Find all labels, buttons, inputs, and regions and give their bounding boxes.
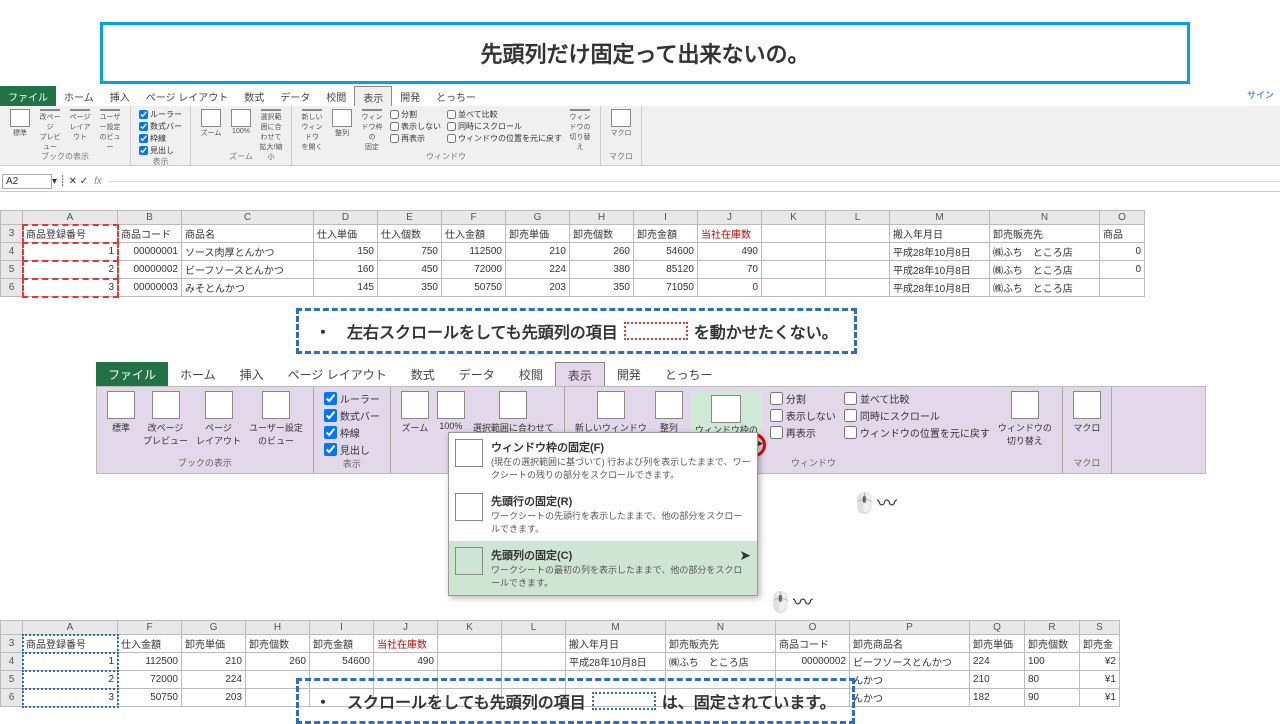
tab-挿入[interactable]: 挿入 xyxy=(228,362,276,386)
cursor-icon: ➤ xyxy=(739,547,751,564)
fx-label: fx xyxy=(94,176,102,187)
table-row[interactable]: 5200000002ビーフソースとんかつ16045072000224380851… xyxy=(1,261,1145,279)
tab-数式[interactable]: 数式 xyxy=(399,362,447,386)
freeze-menu-item-1[interactable]: 先頭行の固定(R)ワークシートの先頭行を表示したままで、他の部分をスクロールでき… xyxy=(449,487,757,541)
tab-挿入[interactable]: 挿入 xyxy=(102,86,138,106)
tab-ページ レイアウト[interactable]: ページ レイアウト xyxy=(138,86,237,106)
formula-bar: A2 ▾ ┊ ✕ ✓ fx xyxy=(0,172,1280,192)
tab-データ[interactable]: データ xyxy=(272,86,318,106)
view-ページ レイアウト[interactable]: ページレイアウト xyxy=(68,109,92,141)
sign-in-link[interactable]: サイン xyxy=(1247,88,1274,101)
tab-データ[interactable]: データ xyxy=(447,362,507,386)
tab-開発[interactable]: 開発 xyxy=(392,86,428,106)
tab-数式[interactable]: 数式 xyxy=(236,86,272,106)
mouse-click-icon: 🖱️〰 xyxy=(852,487,897,516)
name-box[interactable]: A2 xyxy=(2,174,52,189)
tab-ファイル[interactable]: ファイル xyxy=(96,362,168,386)
table-header-row[interactable]: 3商品登録番号仕入金額卸売単価卸売個数卸売金額当社在庫数搬入年月日卸売販売先商品… xyxy=(1,635,1120,653)
tab-ホーム[interactable]: ホーム xyxy=(168,362,228,386)
freeze-menu-item-0[interactable]: ウィンドウ枠の固定(F)(現在の選択範囲に基づいて) 行および列を表示したままで… xyxy=(449,433,757,487)
table-row[interactable]: 4111250021026054600490平成28年10月8日㈱ふち ところ店… xyxy=(1,653,1120,671)
table-row[interactable]: 6300000003みそとんかつ14535050750203350710500平… xyxy=(1,279,1145,297)
tab-ホーム[interactable]: ホーム xyxy=(56,86,102,106)
tab-ファイル[interactable]: ファイル xyxy=(0,86,56,106)
annotation-1: ・ 左右スクロールをしても先頭列の項目を動かせたくない。 xyxy=(296,308,857,354)
tab-開発[interactable]: 開発 xyxy=(605,362,653,386)
tab-とっちー[interactable]: とっちー xyxy=(428,86,484,106)
table-header-row[interactable]: 3商品登録番号商品コード商品名仕入単価仕入個数仕入金額卸売単価卸売個数卸売金額当… xyxy=(1,225,1145,243)
mouse-click-icon: 🖱️〰 xyxy=(768,586,813,615)
table-row[interactable]: 4100000001ソース肉厚とんかつ150750112500210260546… xyxy=(1,243,1145,261)
spreadsheet-top[interactable]: ABCDEFGHIJKLMNO3商品登録番号商品コード商品名仕入単価仕入個数仕入… xyxy=(0,210,1145,297)
tab-ページ レイアウト[interactable]: ページ レイアウト xyxy=(276,362,399,386)
annotation-2: ・ スクロールをしても先頭列の項目は、固定されています。 xyxy=(296,678,855,724)
ribbon-tabs: ファイルホーム挿入ページ レイアウト数式データ校閲表示開発とっちー xyxy=(0,86,1280,106)
page-title: 先頭列だけ固定って出来ないの。 xyxy=(100,22,1190,84)
tab-とっちー[interactable]: とっちー xyxy=(653,362,725,386)
tab-表示[interactable]: 表示 xyxy=(354,86,392,106)
view-標準[interactable]: 標準 xyxy=(8,109,32,141)
view-ユーザー設定 のビュー[interactable]: ユーザー設定のビュー xyxy=(98,109,122,141)
col-headers: AFGHIJKLMNOPQRS xyxy=(1,621,1120,635)
view-改ページ プレビュー[interactable]: 改ページプレビュー xyxy=(38,109,62,141)
tab-校閲[interactable]: 校閲 xyxy=(507,362,555,386)
freeze-menu-item-2[interactable]: 先頭列の固定(C)ワークシートの最初の列を表示したままで、他の部分をスクロールで… xyxy=(449,541,757,595)
ribbon-body: 標準改ページプレビューページレイアウトユーザー設定のビューブックの表示ルーラー数… xyxy=(0,106,1280,166)
col-headers: ABCDEFGHIJKLMNO xyxy=(1,211,1145,225)
freeze-panes-menu[interactable]: ウィンドウ枠の固定(F)(現在の選択範囲に基づいて) 行および列を表示したままで… xyxy=(448,432,758,596)
tab-表示[interactable]: 表示 xyxy=(555,362,605,386)
tab-校閲[interactable]: 校閲 xyxy=(318,86,354,106)
